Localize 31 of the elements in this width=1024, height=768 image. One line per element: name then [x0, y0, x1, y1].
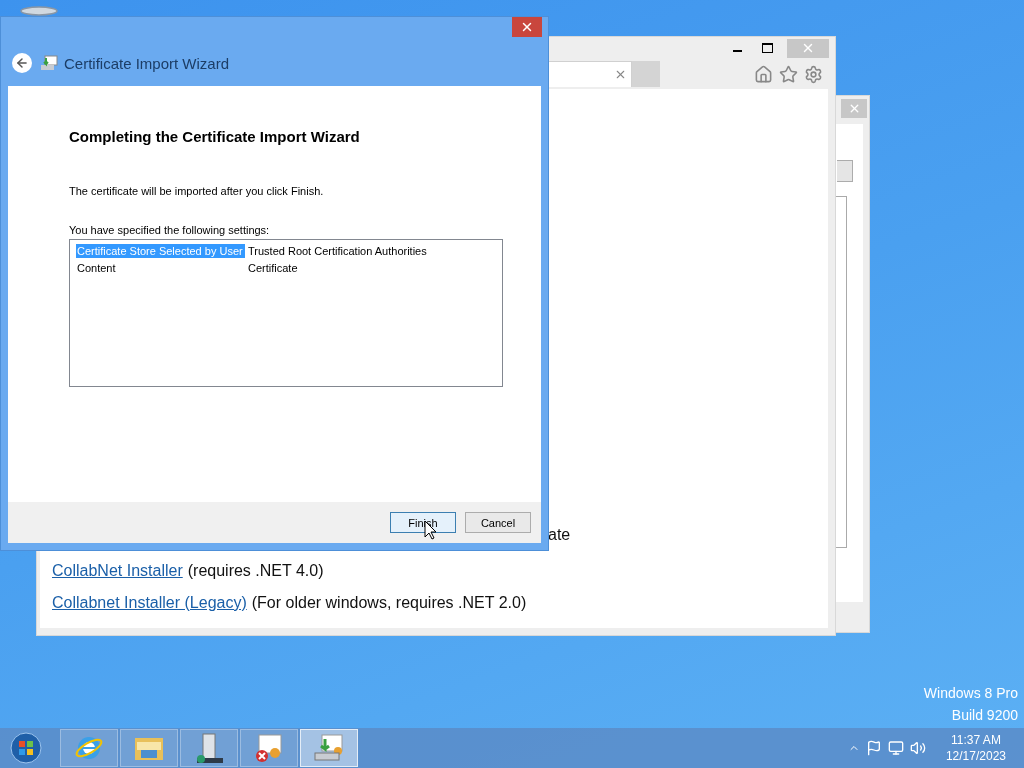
recycle-bin-icon[interactable]: [20, 6, 58, 16]
link-note: (requires .NET 4.0): [187, 562, 324, 580]
network-icon[interactable]: [887, 740, 904, 756]
settings-icon[interactable]: [804, 64, 823, 84]
close-icon[interactable]: [614, 68, 627, 81]
favorites-icon[interactable]: [779, 64, 798, 84]
download-link[interactable]: CollabNet Installer: [52, 562, 183, 580]
setting-name[interactable]: Content: [76, 260, 118, 275]
close-button[interactable]: [512, 17, 542, 37]
os-version-text: Windows 8 Pro: [923, 684, 1018, 703]
settings-label: You have specified the following settings:: [69, 224, 271, 236]
wizard-heading: Completing the Certificate Import Wizard: [69, 128, 361, 145]
setting-value: Certificate: [247, 260, 299, 275]
download-link[interactable]: Collabnet Installer (Legacy): [52, 594, 247, 612]
close-icon[interactable]: [520, 20, 534, 34]
window-title: Certificate Import Wizard: [64, 54, 230, 72]
certificate-import-icon: [313, 733, 345, 763]
wizard-message: The certificate will be imported after you click Finish.: [69, 185, 325, 197]
dialog-button[interactable]: Cancel: [465, 512, 531, 533]
taskbar-button[interactable]: [240, 729, 298, 767]
flag-icon[interactable]: [865, 740, 882, 756]
taskbar-button[interactable]: [180, 729, 238, 767]
certificate-icon: [40, 55, 58, 71]
dialog-button[interactable]: [837, 160, 853, 182]
setting-value: Trusted Root Certification Authorities: [247, 243, 428, 258]
certificate-error-icon: [253, 733, 285, 763]
link-note: (For older windows, requires .NET 2.0): [251, 594, 527, 612]
home-icon[interactable]: [754, 64, 773, 84]
volume-icon[interactable]: [909, 740, 926, 756]
page-text: ate: [548, 526, 572, 544]
os-version-text: Build 9200: [950, 706, 1018, 725]
